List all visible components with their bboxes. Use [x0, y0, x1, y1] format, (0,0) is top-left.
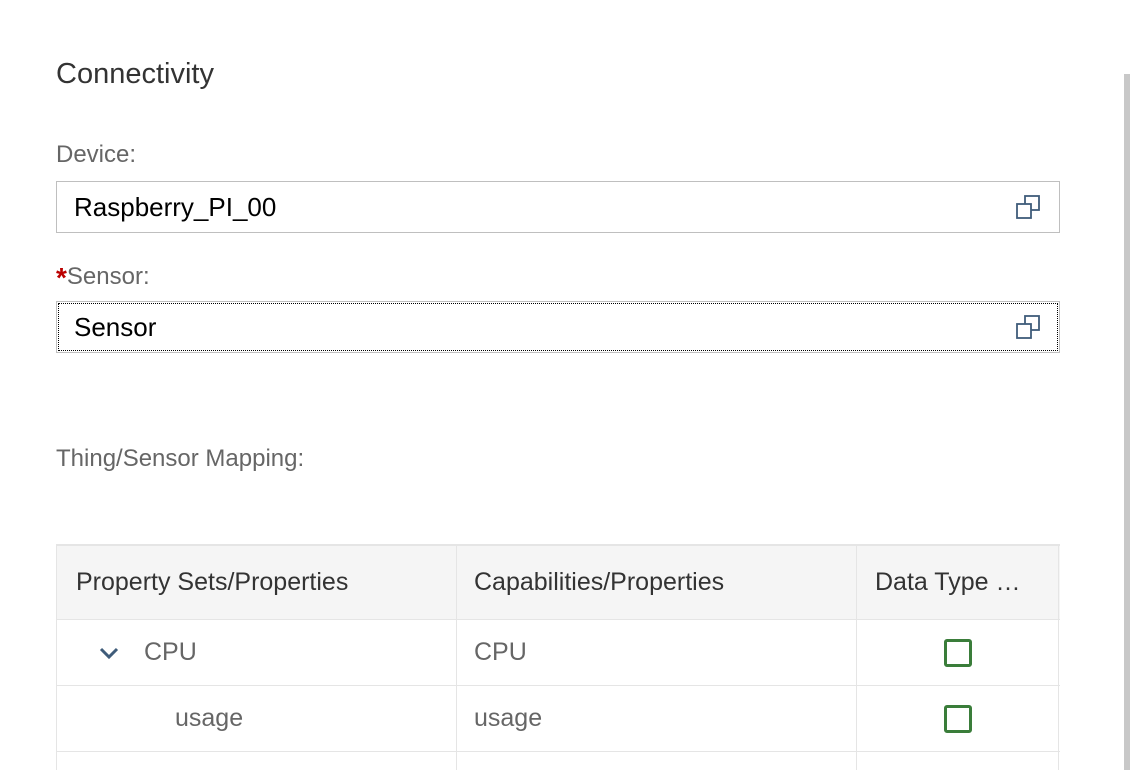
- vertical-scrollbar[interactable]: [1124, 74, 1130, 770]
- column-header-capabilities[interactable]: Capabilities/Properties: [457, 546, 857, 619]
- capability-cell: [457, 752, 857, 770]
- column-header-data-type[interactable]: Data Type …: [857, 546, 1059, 619]
- sensor-label: *Sensor:: [56, 260, 150, 293]
- data-type-cell: [857, 686, 1059, 751]
- column-header-property-sets[interactable]: Property Sets/Properties: [57, 546, 457, 619]
- value-help-icon[interactable]: [1013, 192, 1045, 224]
- property-cell: usage: [57, 686, 457, 751]
- chevron-down-icon[interactable]: [98, 642, 120, 664]
- mapping-label: Thing/Sensor Mapping:: [56, 445, 305, 472]
- capability-cell: usage: [457, 686, 857, 751]
- mapping-table: Property Sets/Properties Capabilities/Pr…: [56, 544, 1060, 770]
- sensor-input[interactable]: Sensor: [56, 301, 1060, 353]
- data-type-cell: [857, 620, 1059, 685]
- sensor-label-text: Sensor:: [66, 263, 150, 290]
- device-label: Device:: [56, 141, 137, 168]
- table-row[interactable]: usage usage: [57, 686, 1060, 752]
- data-type-checkbox[interactable]: [943, 704, 972, 733]
- property-name: CPU: [144, 638, 197, 666]
- capability-cell: CPU: [457, 620, 857, 685]
- data-type-checkbox[interactable]: [943, 638, 972, 667]
- connectivity-panel: Connectivity Device: Raspberry_PI_00 *Se…: [0, 0, 1130, 770]
- table-header-row: Property Sets/Properties Capabilities/Pr…: [57, 546, 1060, 620]
- value-help-icon[interactable]: [1013, 312, 1045, 344]
- property-cell: [57, 752, 457, 770]
- required-marker: *: [56, 262, 67, 293]
- sensor-input-value: Sensor: [74, 312, 157, 342]
- property-cell: CPU: [57, 620, 457, 685]
- table-row-partial: [57, 752, 1060, 770]
- device-input-value: Raspberry_PI_00: [74, 192, 277, 222]
- device-input[interactable]: Raspberry_PI_00: [56, 181, 1060, 233]
- table-row[interactable]: CPU CPU: [57, 620, 1060, 686]
- data-type-cell: [857, 752, 1059, 770]
- section-title: Connectivity: [56, 58, 214, 90]
